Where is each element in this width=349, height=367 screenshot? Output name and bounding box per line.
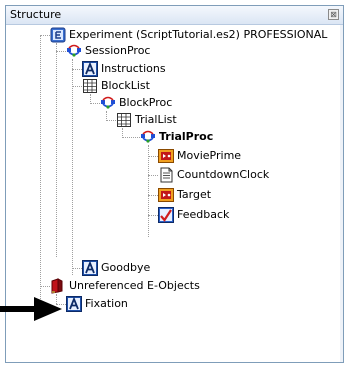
movie-display-icon <box>158 188 174 202</box>
tree-item-label: TrialList <box>135 113 177 126</box>
feedback-display-icon <box>158 207 174 223</box>
procedure-icon <box>67 44 81 57</box>
text-display-icon <box>66 296 82 312</box>
tree-item-label: CountdownClock <box>177 168 270 181</box>
tree-item-label: TrialProc <box>159 130 214 143</box>
tree-item-label: Target <box>177 188 212 201</box>
movie-display-icon <box>158 149 174 163</box>
list-icon <box>117 113 131 127</box>
procedure-icon <box>141 130 155 143</box>
tree-item-label: Feedback <box>177 208 230 221</box>
text-display-icon <box>82 61 98 77</box>
text-display-icon <box>82 260 98 276</box>
tree-item-label: BlockList <box>101 79 150 92</box>
panel-title: Structure <box>10 8 62 21</box>
tree-item-label: Goodbye <box>101 261 151 274</box>
inline-script-icon <box>160 167 173 183</box>
tree-item-label: Experiment (ScriptTutorial.es2) PROFESSI… <box>69 28 328 41</box>
tree-item-label: Unreferenced E-Objects <box>69 279 200 292</box>
unreferenced-folder-icon <box>51 278 63 294</box>
procedure-icon <box>101 96 115 109</box>
tree-item-label: MoviePrime <box>177 149 242 162</box>
experiment-icon <box>50 27 66 43</box>
close-icon[interactable]: ⊠ <box>328 9 339 20</box>
panel-titlebar: Structure ⊠ <box>6 6 343 25</box>
list-icon <box>83 79 97 93</box>
scrollbar-edge <box>340 25 343 362</box>
tree-item-label: SessionProc <box>85 44 151 57</box>
pointer-arrow-icon <box>0 297 62 321</box>
tree-item-label: Instructions <box>101 62 166 75</box>
tree-item-label: Fixation <box>85 297 128 310</box>
tree-item-label: BlockProc <box>119 96 173 109</box>
